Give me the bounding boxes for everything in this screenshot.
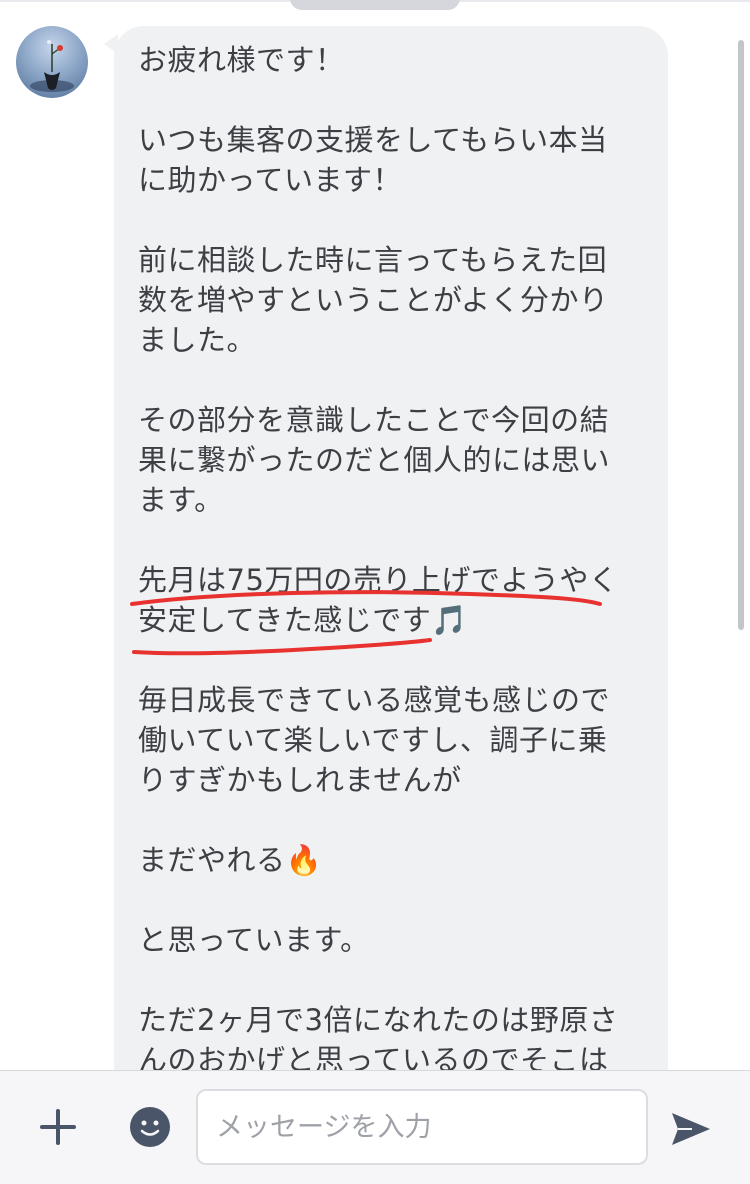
message-line: お疲れ様です！: [138, 43, 345, 77]
chat-screen: お疲れ様です！ いつも集客の支援をしてもらい本当 に助かっています！ 前に相談し…: [0, 0, 750, 1184]
message-line: に助かっています！: [138, 163, 403, 197]
smiley-icon[interactable]: [130, 1107, 170, 1147]
message-line: りすぎかもしれませんが: [138, 763, 462, 797]
avatar[interactable]: [16, 26, 88, 98]
send-icon[interactable]: [670, 1109, 712, 1149]
message-line: 果に繋がったのだと個人的には思い: [138, 443, 611, 477]
message-line: ただ2ヶ月で3倍になれたのは野原さ: [138, 1003, 619, 1037]
message-text: お疲れ様です！ いつも集客の支援をしてもらい本当 に助かっています！ 前に相談し…: [138, 40, 638, 1070]
message-input[interactable]: [196, 1089, 648, 1165]
message-line: その部分を意識したことで今回の結: [138, 403, 610, 437]
message-line: まだやれる🔥: [138, 843, 323, 877]
chat-area[interactable]: お疲れ様です！ いつも集客の支援をしてもらい本当 に助かっています！ 前に相談し…: [0, 0, 750, 1070]
message-line-highlighted: 安定してきた感じです🎵: [138, 603, 468, 637]
message-line: いつも集客の支援をしてもらい本当: [138, 123, 608, 157]
avatar-image: [30, 40, 74, 92]
message-line: 数を増やすということがよく分かり: [138, 283, 609, 317]
send-glyph: [672, 1113, 710, 1145]
smiley-glyph: [140, 1120, 160, 1136]
message-line: 前に相談した時に言ってもらえた回: [138, 243, 608, 277]
message-line: 働いていて楽しいですし、調子に乗: [138, 723, 608, 757]
plus-icon[interactable]: [36, 1105, 80, 1149]
message-line: んのおかげと思っているのでそこは: [138, 1043, 609, 1070]
message-line-highlighted: 先月は75万円の売り上げでようやく: [138, 563, 619, 597]
message-line: 毎日成長できている感覚も感じので: [138, 683, 611, 717]
composer-bar: [0, 1070, 750, 1184]
message-line: ます。: [138, 483, 224, 517]
date-pill: [290, 0, 460, 10]
message-line: と思っています。: [138, 923, 370, 957]
message-line: ました。: [138, 323, 257, 357]
scrollbar[interactable]: [738, 40, 744, 630]
